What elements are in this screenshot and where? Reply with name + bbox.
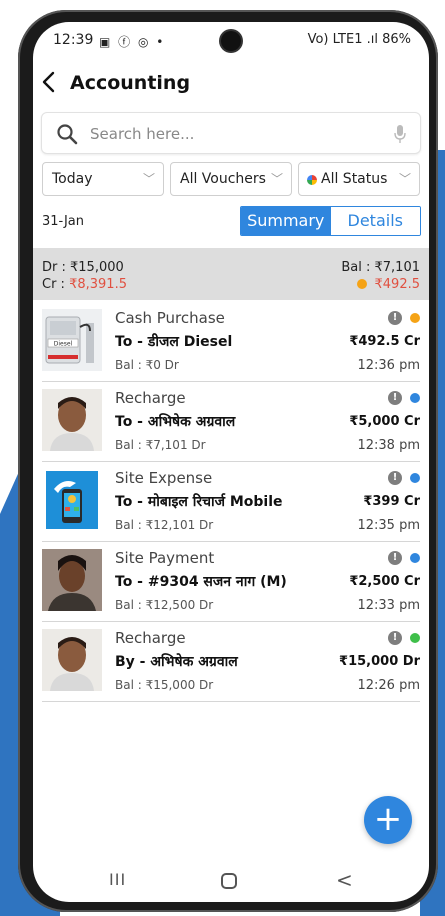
info-icon[interactable]: ! [388,471,402,485]
transaction-balance: Bal : ₹15,000 Dr [115,678,214,692]
voucher-filter-dropdown[interactable]: All Vouchers ﹀ [170,162,292,196]
status-right: Vo) LTE1 .ıl 86% [307,32,411,47]
transaction-time: 12:35 pm [357,518,420,533]
transaction-party: By - अभिषेक अग्रवाल [115,654,238,670]
credit-total: Cr : ₹8,391.5 [42,277,127,292]
recents-icon[interactable]: III [109,870,126,889]
transaction-time: 12:33 pm [357,598,420,613]
svg-text:Diesel: Diesel [54,341,73,348]
transaction-balance: Bal : ₹7,101 Dr [115,438,206,452]
system-nav-bar: III < [33,864,429,900]
chevron-down-icon: ﹀ [270,172,283,186]
debit-total: Dr : ₹15,000 [42,260,124,275]
home-icon[interactable] [221,873,237,889]
details-tab[interactable]: Details [330,207,420,235]
pending-value: ₹492.5 [374,277,421,292]
view-toggle: Summary Details [240,206,421,236]
add-button[interactable]: + [364,796,412,844]
info-icon[interactable]: ! [388,311,402,325]
transaction-list: Diesel Cash Purchase To - डीजल Diesel Ba… [33,302,429,702]
info-icon[interactable]: ! [388,631,402,645]
mobile-recharge-icon [42,469,102,531]
person-photo [42,389,102,451]
multicolor-status-icon [307,175,317,185]
transaction-type: Recharge [115,629,186,647]
transaction-amount: ₹15,000 Dr [339,654,420,669]
transaction-type: Cash Purchase [115,309,225,327]
status-filter-dropdown[interactable]: All Status ﹀ [298,162,420,196]
transaction-balance: Bal : ₹0 Dr [115,358,179,372]
transaction-party: To - डीजल Diesel [115,334,233,350]
transaction-row[interactable]: Recharge To - अभिषेक अग्रवाल Bal : ₹7,10… [42,382,420,462]
status-dot [410,553,420,563]
date-filter-label: Today [52,171,93,187]
back-nav-icon[interactable]: < [336,868,353,892]
voucher-filter-label: All Vouchers [180,171,266,187]
pending-status-dot [356,279,367,289]
summary-tab[interactable]: Summary [241,207,331,235]
transaction-time: 12:38 pm [357,438,420,453]
transaction-row[interactable]: Diesel Cash Purchase To - डीजल Diesel Ba… [42,302,420,382]
person-photo [42,549,102,611]
person-photo [42,629,102,691]
transaction-amount: ₹2,500 Cr [349,574,420,589]
chevron-down-icon: ﹀ [398,172,411,186]
camera-cutout [221,31,241,51]
microphone-icon[interactable] [394,125,406,143]
transaction-row[interactable]: Site Expense To - मोबाइल रिचार्ज Mobile … [42,462,420,542]
transaction-type: Site Payment [115,549,215,567]
info-icon[interactable]: ! [388,391,402,405]
search-bar [41,112,421,154]
status-filter-label: All Status [321,171,388,187]
status-dot [410,473,420,483]
search-input[interactable] [90,122,390,146]
diesel-pump-icon: Diesel [42,309,102,371]
transaction-balance: Bal : ₹12,101 Dr [115,518,214,532]
transaction-amount: ₹399 Cr [363,494,420,509]
search-icon [57,124,78,145]
info-icon[interactable]: ! [388,551,402,565]
date-filter-dropdown[interactable]: Today ﹀ [42,162,164,196]
pending-amount: ₹492.5 [356,277,421,292]
app-screen: 12:39 ▣ ⓕ ◎ • Vo) LTE1 .ıl 86% Accountin… [33,22,429,902]
status-dot [410,393,420,403]
credit-label: Cr : [42,277,70,292]
transaction-type: Recharge [115,389,186,407]
transaction-party: To - अभिषेक अग्रवाल [115,414,236,430]
summary-band: Dr : ₹15,000 Cr : ₹8,391.5 Bal : ₹7,101 … [33,248,429,300]
transaction-party: To - मोबाइल रिचार्ज Mobile [115,494,283,510]
date-label: 31-Jan [42,214,84,229]
transaction-time: 12:36 pm [357,358,420,373]
status-dot [410,313,420,323]
status-time: 12:39 [53,32,94,48]
transaction-time: 12:26 pm [357,678,420,693]
notification-icons: ▣ ⓕ ◎ • [99,35,166,49]
transaction-type: Site Expense [115,469,213,487]
balance-total: Bal : ₹7,101 [341,260,420,275]
transaction-party: To - #9304 सजन नाग (M) [115,574,287,590]
transaction-row[interactable]: Recharge By - अभिषेक अग्रवाल Bal : ₹15,0… [42,622,420,702]
chevron-left-icon [42,71,55,93]
back-button[interactable] [41,70,67,100]
status-dot [410,633,420,643]
transaction-amount: ₹492.5 Cr [349,334,420,349]
app-header: Accounting [33,66,429,106]
chevron-down-icon: ﹀ [142,172,155,186]
transaction-row[interactable]: Site Payment To - #9304 सजन नाग (M) Bal … [42,542,420,622]
page-title: Accounting [70,72,191,94]
credit-value: ₹8,391.5 [69,277,127,292]
status-bar: 12:39 ▣ ⓕ ◎ • Vo) LTE1 .ıl 86% [33,22,429,60]
transaction-balance: Bal : ₹12,500 Dr [115,598,214,612]
transaction-amount: ₹5,000 Cr [349,414,420,429]
